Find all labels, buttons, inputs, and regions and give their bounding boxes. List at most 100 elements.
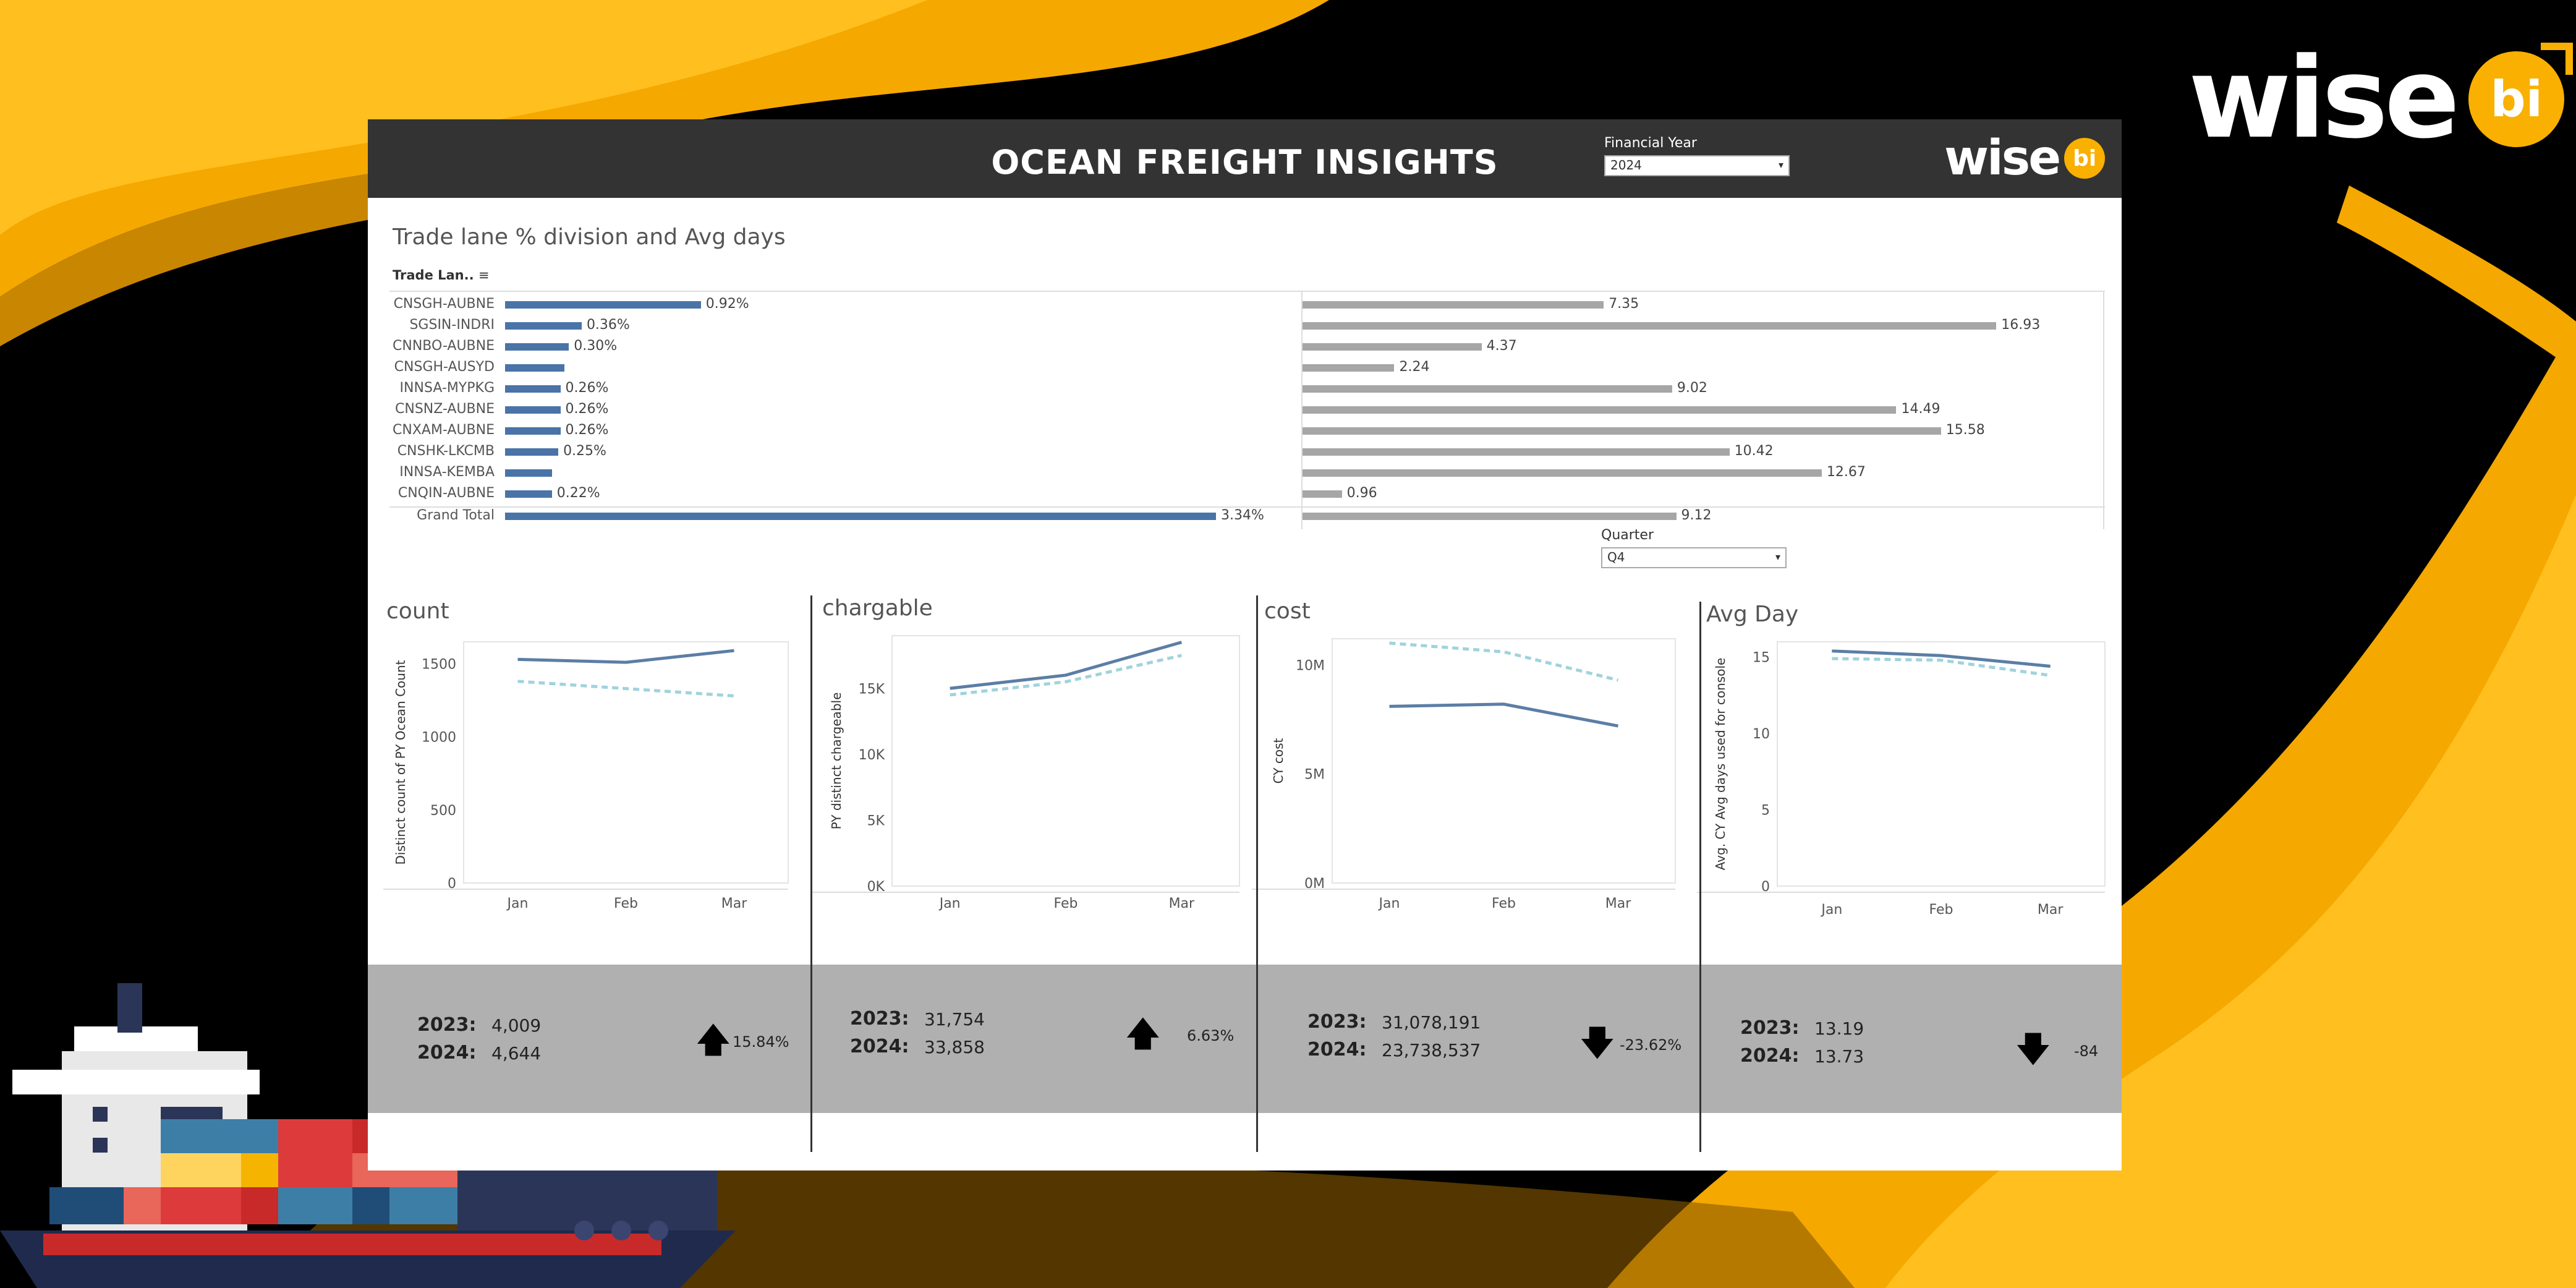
panel-divider — [810, 595, 812, 1152]
pct-bar[interactable] — [505, 322, 582, 330]
pct-value-label: 0.25% — [563, 443, 606, 459]
x-tick-label: Mar — [1605, 896, 1631, 911]
kpi-curr-year-value: 4,644 — [491, 1043, 542, 1064]
kpi-change-pct: 6.63% — [1187, 1027, 1235, 1044]
days-bar[interactable] — [1303, 364, 1395, 372]
header-logo-badge: bi — [2064, 138, 2106, 179]
trade-lane-label: Grand Total — [417, 508, 495, 523]
pct-bar[interactable] — [505, 448, 559, 456]
dashboard: OCEAN FREIGHT INSIGHTS Financial Year 20… — [368, 119, 2122, 1171]
days-bar[interactable] — [1303, 322, 1997, 330]
days-value-label: 9.02 — [1677, 380, 1707, 396]
trade-lane-column-header[interactable]: Trade Lan.. ≡ — [393, 268, 490, 283]
days-bar[interactable] — [1303, 490, 1342, 498]
financial-year-select[interactable]: 2024 ▾ — [1604, 155, 1790, 176]
kpi-curr-year-label: 2024: — [850, 1036, 909, 1057]
days-value-label: 14.49 — [1901, 401, 1941, 417]
trade-lane-label: CNQIN-AUBNE — [397, 485, 495, 501]
days-bar[interactable] — [1303, 427, 1941, 435]
pct-value-label: 0.30% — [574, 338, 618, 354]
kpi-change-pct: -23.62% — [1620, 1036, 1682, 1054]
pct-value-label: 0.92% — [705, 296, 749, 312]
x-tick-label: Feb — [1054, 896, 1078, 911]
x-tick-label: Jan — [1378, 896, 1400, 911]
kpi-band: 2023: 4,009 2024: 4,644 🡅 15.84% 2023: 31,754 20… — [368, 965, 2122, 1113]
x-tick-label: Feb — [1929, 902, 1953, 918]
pct-bar[interactable] — [505, 427, 561, 435]
plot-frame — [1777, 641, 2106, 887]
days-bar[interactable] — [1303, 469, 1822, 477]
brand-badge: bi — [2468, 42, 2574, 147]
series-line[interactable] — [1389, 702, 1618, 728]
column-divider — [1301, 291, 1303, 529]
y-tick-label: 1500 — [422, 657, 456, 672]
column-divider — [2103, 291, 2104, 529]
days-value-label: 10.42 — [1734, 443, 1774, 459]
series-line[interactable] — [1832, 649, 2051, 668]
days-value-label: 7.35 — [1609, 296, 1639, 312]
x-tick-label: Mar — [1169, 896, 1195, 911]
panel-divider — [1699, 602, 1701, 1152]
series-line[interactable] — [950, 654, 1182, 697]
x-tick-label: Jan — [938, 896, 961, 911]
trade-lane-label: CNSGH-AUSYD — [394, 359, 495, 375]
pct-bar[interactable] — [505, 513, 1216, 520]
arrow-down-icon: 🡇 — [2015, 1030, 2051, 1070]
days-value-label: 4.37 — [1486, 338, 1517, 354]
days-value-label: 0.96 — [1346, 485, 1377, 501]
y-tick-label: 10K — [859, 748, 885, 763]
pct-value-label: 0.26% — [565, 401, 609, 417]
x-tick-label: Jan — [506, 896, 529, 911]
kpi-prev-year-label: 2023: — [417, 1014, 477, 1036]
series-line[interactable] — [1389, 641, 1619, 682]
days-value-label: 15.58 — [1945, 422, 1985, 438]
days-bar[interactable] — [1303, 385, 1672, 393]
trade-lane-label: INNSA-KEMBA — [399, 464, 495, 480]
days-bar[interactable] — [1303, 343, 1482, 351]
pct-bar[interactable] — [505, 364, 565, 372]
pct-bar[interactable] — [505, 343, 569, 351]
table-rule — [389, 291, 2105, 292]
kpi-curr-year-value: 33,858 — [924, 1037, 985, 1057]
chevron-down-icon: ▾ — [1778, 159, 1783, 171]
pct-bar[interactable] — [505, 490, 552, 498]
kpi-prev-year-value: 4,009 — [491, 1015, 542, 1036]
days-bar[interactable] — [1303, 448, 1730, 456]
y-axis-label: Avg. CY Avg days used for console — [1713, 658, 1728, 871]
chart-title: cost — [1264, 599, 1311, 624]
pct-value-label: 3.34% — [1221, 508, 1264, 523]
series-line[interactable] — [517, 649, 734, 664]
y-tick-label: 500 — [430, 803, 456, 819]
pct-bar[interactable] — [505, 301, 701, 309]
days-bar[interactable] — [1303, 301, 1604, 309]
brand-logo: wise bi — [2188, 34, 2574, 163]
days-bar[interactable] — [1303, 406, 1897, 414]
series-line[interactable] — [517, 680, 734, 697]
days-value-label: 12.67 — [1826, 464, 1866, 480]
plot-frame — [891, 635, 1240, 887]
arrow-up-icon: 🡅 — [695, 1020, 731, 1060]
y-tick-label: 5K — [867, 813, 885, 829]
y-tick-label: 15 — [1753, 650, 1770, 666]
series-line[interactable] — [1832, 657, 2051, 677]
brand-word: wise — [2188, 34, 2460, 163]
pct-value-label: 0.26% — [565, 380, 609, 396]
sort-icon[interactable]: ≡ — [478, 268, 490, 283]
plot-frame — [1332, 638, 1676, 884]
x-tick-label: Feb — [614, 896, 638, 911]
pct-bar[interactable] — [505, 469, 552, 477]
pct-bar[interactable] — [505, 385, 561, 393]
arrow-down-icon: 🡇 — [1579, 1023, 1615, 1064]
y-axis-label: CY cost — [1271, 738, 1286, 784]
series-line[interactable] — [950, 641, 1183, 690]
pct-bar[interactable] — [505, 406, 561, 414]
pct-value-label: 0.22% — [556, 485, 600, 501]
panel-divider — [1256, 595, 1258, 1152]
quarter-value: Q4 — [1607, 550, 1625, 565]
days-bar[interactable] — [1303, 513, 1677, 520]
days-value-label: 2.24 — [1399, 359, 1430, 375]
y-tick-label: 0 — [448, 876, 456, 892]
quarter-select[interactable]: Q4 ▾ — [1601, 547, 1787, 568]
days-value-label: 16.93 — [2001, 317, 2041, 333]
trade-section-title: Trade lane % division and Avg days — [393, 224, 786, 250]
